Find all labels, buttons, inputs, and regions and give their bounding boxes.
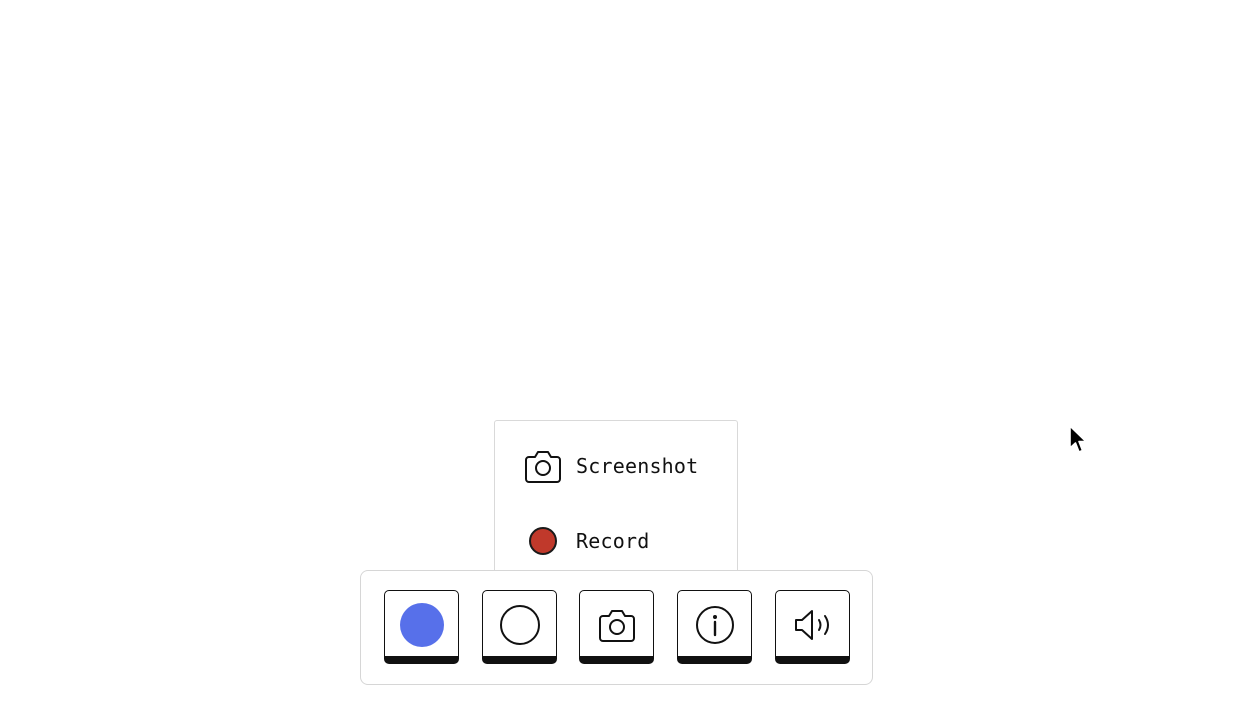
record-icon (523, 521, 563, 561)
screenshot-menu-item[interactable]: Screenshot (495, 446, 737, 486)
toolbar (360, 570, 873, 685)
color-swatch-icon (399, 603, 444, 647)
circle-icon (499, 605, 540, 645)
mouse-cursor-icon (1068, 424, 1090, 460)
capture-button[interactable] (579, 590, 654, 664)
record-menu-item[interactable]: Record (495, 521, 737, 561)
color-picker-button[interactable] (384, 590, 459, 664)
record-label: Record (576, 529, 650, 553)
capture-menu: Screenshot Record (494, 420, 738, 585)
sound-button[interactable] (775, 590, 850, 664)
info-button[interactable] (677, 590, 752, 664)
camera-icon (597, 605, 637, 645)
color-swatch (399, 603, 444, 647)
circle-tool-button[interactable] (482, 590, 557, 664)
camera-icon (523, 446, 563, 486)
speaker-icon (793, 605, 833, 645)
record-dot (529, 527, 557, 555)
screenshot-label: Screenshot (576, 454, 699, 478)
info-icon (695, 605, 735, 645)
